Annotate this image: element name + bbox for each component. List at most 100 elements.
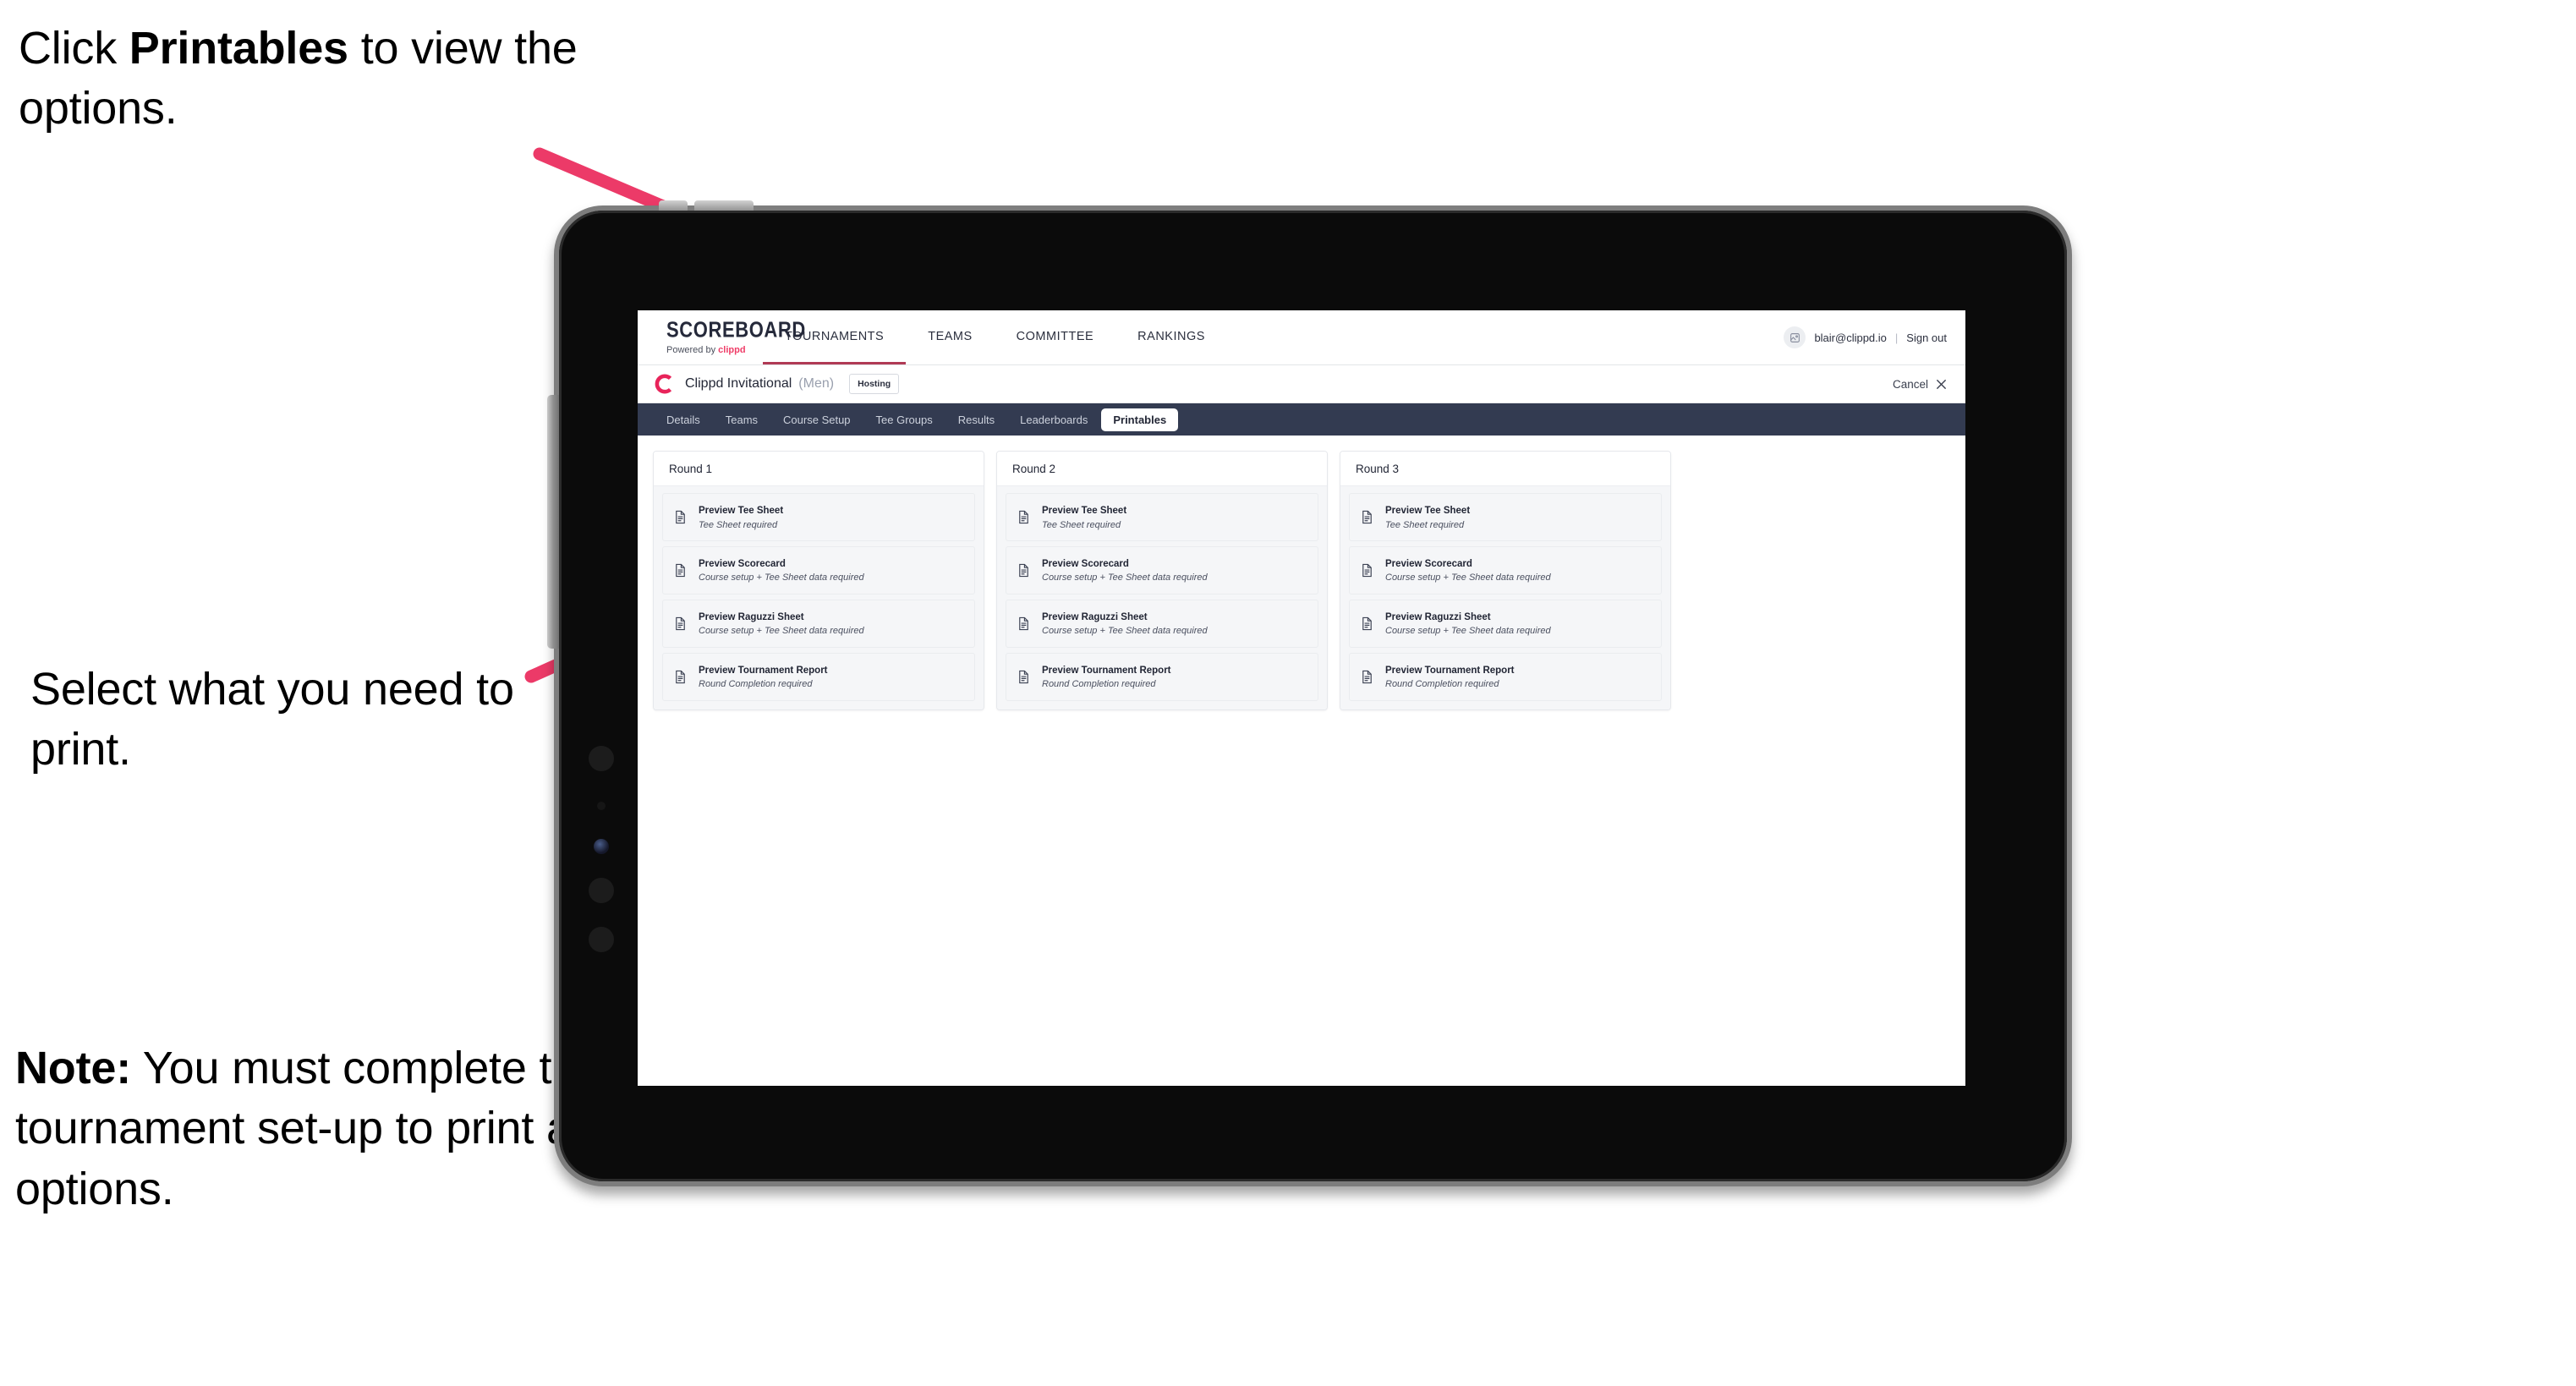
hosting-badge: Hosting <box>849 374 900 394</box>
document-title: Preview Raguzzi Sheet <box>1385 611 1491 622</box>
document-icon <box>1360 616 1374 631</box>
list-item[interactable]: Preview Tee Sheet Tee Sheet required <box>1349 493 1662 541</box>
annotation-top-bold: Printables <box>129 23 348 74</box>
user-email-label: blair@clippd.io <box>1814 331 1887 344</box>
top-navigation-items: TOURNAMENTS TEAMS COMMITTEE RANKINGS <box>763 310 1227 364</box>
annotation-middle-text: Select what you need to print. <box>30 664 514 775</box>
tournament-sub-tabs: Details Teams Course Setup Tee Groups Re… <box>638 403 1965 436</box>
document-icon <box>1017 563 1031 578</box>
list-item[interactable]: Preview Scorecard Course setup + Tee Shee… <box>1349 545 1662 594</box>
document-requirement: Course setup + Tee Sheet data required <box>699 626 864 637</box>
tablet-microphone-hole <box>597 802 606 810</box>
tablet-device-frame: SCOREBOARD Powered by clippd TOURNAMENTS… <box>547 200 2072 1186</box>
brand-powered-by: Powered by clippd <box>666 345 763 355</box>
tab-results[interactable]: Results <box>946 408 1006 431</box>
document-requirement: Tee Sheet required <box>1385 519 1465 530</box>
round-column: Round 1 Preview Tee Sheet Tee Sheet requi… <box>653 451 984 710</box>
document-requirement: Round Completion required <box>1042 679 1156 690</box>
user-avatar-icon[interactable] <box>1784 326 1806 348</box>
clippd-c-logo-icon <box>653 373 675 395</box>
document-icon <box>1017 670 1031 684</box>
list-item[interactable]: Preview Raguzzi Sheet Course setup + Tee … <box>1349 599 1662 648</box>
tournament-header-bar: Clippd Invitational (Men) Hosting Cancel <box>638 365 1965 403</box>
round-title: Round 3 <box>1340 452 1670 486</box>
list-item[interactable]: Preview Raguzzi Sheet Course setup + Tee … <box>662 599 975 648</box>
tablet-side-button-one[interactable] <box>589 746 614 771</box>
document-requirement: Course setup + Tee Sheet data required <box>1385 572 1551 583</box>
round-document-list: Preview Tee Sheet Tee Sheet required Prev… <box>997 486 1327 709</box>
document-requirement: Round Completion required <box>699 679 813 690</box>
top-navigation-user-area: blair@clippd.io | Sign out <box>1784 310 1965 364</box>
tablet-side-button-two[interactable] <box>589 878 614 903</box>
document-icon <box>1017 616 1031 631</box>
document-icon <box>673 616 688 631</box>
topnav-item-committee[interactable]: COMMITTEE <box>995 310 1116 364</box>
document-title: Preview Tee Sheet <box>699 506 784 516</box>
document-title: Preview Scorecard <box>1385 558 1472 569</box>
round-document-list: Preview Tee Sheet Tee Sheet required Prev… <box>1340 486 1670 709</box>
round-document-list: Preview Tee Sheet Tee Sheet required Prev… <box>654 486 984 709</box>
topnav-item-rankings[interactable]: RANKINGS <box>1115 310 1227 364</box>
cancel-label: Cancel <box>1892 377 1928 391</box>
document-requirement: Course setup + Tee Sheet data required <box>1042 572 1208 583</box>
document-title: Preview Tee Sheet <box>1385 506 1471 516</box>
document-requirement: Course setup + Tee Sheet data required <box>1385 626 1551 637</box>
document-requirement: Course setup + Tee Sheet data required <box>1042 626 1208 637</box>
list-item[interactable]: Preview Scorecard Course setup + Tee Shee… <box>662 545 975 594</box>
list-item[interactable]: Preview Scorecard Course setup + Tee Shee… <box>1006 545 1318 594</box>
list-item[interactable]: Preview Tournament Report Round Completio… <box>662 652 975 701</box>
cancel-button[interactable]: Cancel <box>1893 378 1947 391</box>
tablet-bezel: SCOREBOARD Powered by clippd TOURNAMENTS… <box>559 211 2067 1181</box>
list-item[interactable]: Preview Tee Sheet Tee Sheet required <box>1006 493 1318 541</box>
annotation-top-pre: Click <box>19 23 129 74</box>
topnav-item-teams[interactable]: TEAMS <box>906 310 994 364</box>
tournament-name: Clippd Invitational <box>685 376 792 391</box>
document-icon <box>1360 670 1374 684</box>
close-x-icon <box>1936 379 1947 389</box>
document-icon <box>673 563 688 578</box>
brand-sub-prefix: Powered by <box>666 344 719 355</box>
document-icon <box>1360 510 1374 524</box>
document-title: Preview Tee Sheet <box>1042 506 1127 516</box>
tournament-gender: (Men) <box>798 376 835 391</box>
tab-leaderboards[interactable]: Leaderboards <box>1008 408 1099 431</box>
global-top-navigation: SCOREBOARD Powered by clippd TOURNAMENTS… <box>638 310 1965 365</box>
annotation-click-printables: Click Printables to view the options. <box>19 19 594 140</box>
list-item[interactable]: Preview Tee Sheet Tee Sheet required <box>662 493 975 541</box>
document-requirement: Tee Sheet required <box>699 519 778 530</box>
list-item[interactable]: Preview Tournament Report Round Completio… <box>1349 652 1662 701</box>
document-title: Preview Tournament Report <box>699 665 828 676</box>
tab-course-setup[interactable]: Course Setup <box>771 408 863 431</box>
document-icon <box>673 510 688 524</box>
rounds-container: Round 1 Preview Tee Sheet Tee Sheet requi… <box>638 436 1965 710</box>
round-column: Round 2 Preview Tee Sheet Tee Sheet requi… <box>996 451 1328 710</box>
app-screen: SCOREBOARD Powered by clippd TOURNAMENTS… <box>638 310 1965 1086</box>
document-requirement: Tee Sheet required <box>1042 519 1121 530</box>
document-title: Preview Tournament Report <box>1042 665 1171 676</box>
tab-printables[interactable]: Printables <box>1101 408 1179 431</box>
document-title: Preview Raguzzi Sheet <box>1042 611 1148 622</box>
tablet-side-button-three[interactable] <box>589 927 614 952</box>
tablet-front-camera-icon <box>594 839 609 854</box>
tab-tee-groups[interactable]: Tee Groups <box>864 408 945 431</box>
annotation-note-bold: Note: <box>15 1043 131 1093</box>
round-title: Round 1 <box>654 452 984 486</box>
document-requirement: Round Completion required <box>1385 679 1499 690</box>
annotation-select-to-print: Select what you need to print. <box>30 660 555 781</box>
document-title: Preview Tournament Report <box>1385 665 1515 676</box>
document-title: Preview Scorecard <box>1042 558 1129 569</box>
list-item[interactable]: Preview Tournament Report Round Completio… <box>1006 652 1318 701</box>
brand-sub-accent: clippd <box>718 344 746 355</box>
scoreboard-brand-logo[interactable]: SCOREBOARD Powered by clippd <box>638 310 806 364</box>
brand-name-text: SCOREBOARD <box>666 316 806 342</box>
round-title: Round 2 <box>997 452 1327 486</box>
tab-details[interactable]: Details <box>655 408 712 431</box>
tab-teams[interactable]: Teams <box>714 408 770 431</box>
sign-out-link[interactable]: Sign out <box>1906 331 1947 344</box>
document-icon <box>673 670 688 684</box>
list-item[interactable]: Preview Raguzzi Sheet Course setup + Tee … <box>1006 599 1318 648</box>
document-requirement: Course setup + Tee Sheet data required <box>699 572 864 583</box>
document-title: Preview Scorecard <box>699 558 786 569</box>
document-icon <box>1360 563 1374 578</box>
document-icon <box>1017 510 1031 524</box>
